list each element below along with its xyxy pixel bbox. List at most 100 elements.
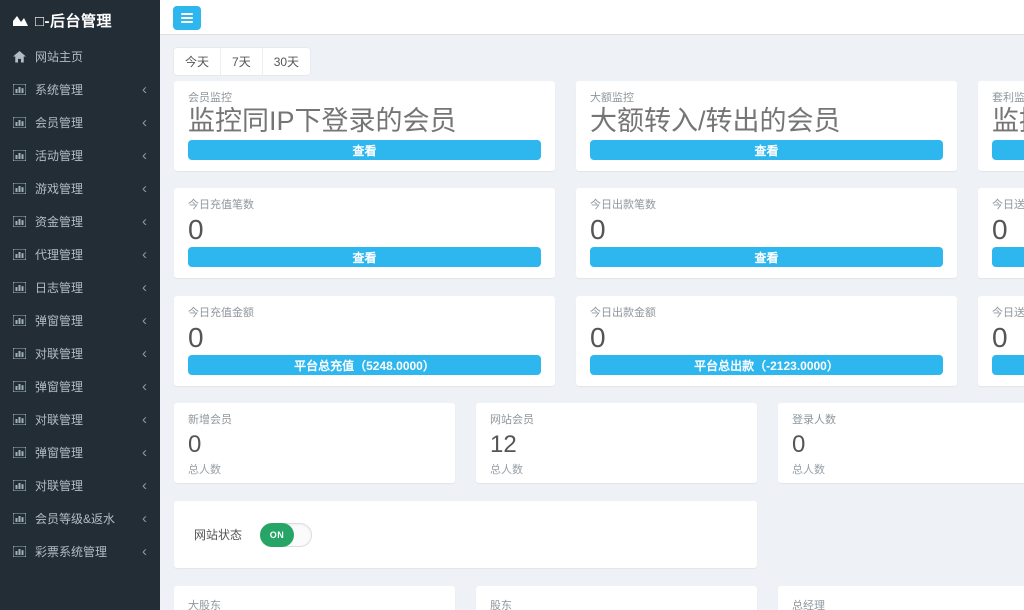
card-giveaway-amount: 今日送出 0 bbox=[978, 296, 1024, 386]
view-button[interactable] bbox=[992, 247, 1024, 267]
view-button[interactable]: 查看 bbox=[188, 247, 541, 267]
card-site-members: 网站会员 12 总人数 bbox=[476, 403, 757, 483]
view-button[interactable]: 查看 bbox=[188, 140, 541, 160]
app-title: □-后台管理 bbox=[35, 10, 112, 31]
bar-chart-icon bbox=[13, 216, 26, 227]
site-status-label: 网站状态 bbox=[194, 526, 242, 543]
role-cards-row: 大股东 股东 总经理 bbox=[174, 586, 1024, 610]
card-subtitle: 总人数 bbox=[490, 461, 743, 477]
card-title: 新增会员 bbox=[188, 414, 441, 427]
card-value: 0 bbox=[590, 215, 943, 246]
sidebar-item-label: 日志管理 bbox=[35, 279, 83, 296]
sidebar-item-home[interactable]: 网站主页 bbox=[0, 40, 160, 73]
card-title: 套利监控 bbox=[992, 92, 1024, 105]
card-description: 监控同IP下登录的会员 bbox=[188, 106, 541, 137]
admin-dashboard: □-后台管理 网站主页 系统管理 ‹ 会员管理 ‹ 活动管理 ‹ 游戏管理 ‹ bbox=[0, 0, 1024, 610]
card-title: 今日出款金额 bbox=[590, 307, 943, 320]
chevron-left-icon: ‹ bbox=[142, 115, 147, 130]
sidebar-item-game[interactable]: 游戏管理 ‹ bbox=[0, 172, 160, 205]
platform-total-withdraw-button[interactable]: 平台总出款（-2123.0000） bbox=[590, 355, 943, 375]
chevron-left-icon: ‹ bbox=[142, 280, 147, 295]
sidebar-item-member-level[interactable]: 会员等级&返水 ‹ bbox=[0, 502, 160, 535]
card-withdraw-count: 今日出款笔数 0 查看 bbox=[576, 188, 957, 278]
card-deposit-count: 今日充值笔数 0 查看 bbox=[174, 188, 555, 278]
card-description: 监控 bbox=[992, 106, 1024, 137]
card-title: 今日送出 bbox=[992, 199, 1024, 212]
sidebar-item-system[interactable]: 系统管理 ‹ bbox=[0, 73, 160, 106]
sidebar-item-label: 弹窗管理 bbox=[35, 312, 83, 329]
card-title: 总经理 bbox=[792, 600, 1024, 610]
card-title: 网站会员 bbox=[490, 414, 743, 427]
card-title: 大额监控 bbox=[590, 92, 943, 105]
card-description: 大额转入/转出的会员 bbox=[590, 106, 943, 137]
card-title: 登录人数 bbox=[792, 414, 1024, 427]
sidebar-item-log[interactable]: 日志管理 ‹ bbox=[0, 271, 160, 304]
chevron-left-icon: ‹ bbox=[142, 544, 147, 559]
platform-total-deposit-button[interactable]: 平台总充值（5248.0000） bbox=[188, 355, 541, 375]
card-value: 0 bbox=[992, 323, 1024, 354]
card-title: 今日充值金额 bbox=[188, 307, 541, 320]
chevron-left-icon: ‹ bbox=[142, 313, 147, 328]
view-button[interactable]: 查看 bbox=[590, 140, 943, 160]
chevron-left-icon: ‹ bbox=[142, 445, 147, 460]
sidebar-item-label: 资金管理 bbox=[35, 213, 83, 230]
card-value: 0 bbox=[792, 432, 1024, 458]
view-button[interactable]: 查看 bbox=[590, 247, 943, 267]
chevron-left-icon: ‹ bbox=[142, 511, 147, 526]
bar-chart-icon bbox=[13, 414, 26, 425]
bar-chart-icon bbox=[13, 348, 26, 359]
card-member-monitor: 会员监控 监控同IP下登录的会员 查看 bbox=[174, 81, 555, 171]
sidebar-item-member[interactable]: 会员管理 ‹ bbox=[0, 106, 160, 139]
card-subtitle: 总人数 bbox=[188, 461, 441, 477]
filter-30days-button[interactable]: 30天 bbox=[263, 48, 310, 75]
date-filter-group: 今天 7天 30天 bbox=[174, 48, 310, 75]
monitor-cards-row: 会员监控 监控同IP下登录的会员 查看 大额监控 大额转入/转出的会员 查看 套… bbox=[174, 81, 1024, 171]
sidebar-item-agent[interactable]: 代理管理 ‹ bbox=[0, 238, 160, 271]
amount-cards-row: 今日充值金额 0 平台总充值（5248.0000） 今日出款金额 0 平台总出款… bbox=[174, 296, 1024, 386]
card-title: 今日送出 bbox=[992, 307, 1024, 320]
sidebar-item-popup[interactable]: 弹窗管理 ‹ bbox=[0, 304, 160, 337]
filter-today-button[interactable]: 今天 bbox=[174, 48, 221, 75]
card-title: 今日出款笔数 bbox=[590, 199, 943, 212]
bar-chart-icon bbox=[13, 546, 26, 557]
sidebar-item-popup-3[interactable]: 弹窗管理 ‹ bbox=[0, 436, 160, 469]
bar-chart-icon bbox=[13, 117, 26, 128]
hamburger-icon bbox=[181, 13, 193, 23]
sidebar-item-label: 游戏管理 bbox=[35, 180, 83, 197]
view-button[interactable] bbox=[992, 140, 1024, 160]
sidebar-item-label: 弹窗管理 bbox=[35, 378, 83, 395]
card-value: 0 bbox=[590, 323, 943, 354]
card-value: 0 bbox=[188, 432, 441, 458]
sidebar-toggle-button[interactable] bbox=[173, 6, 201, 30]
filter-7days-button[interactable]: 7天 bbox=[221, 48, 263, 75]
bar-chart-icon bbox=[13, 480, 26, 491]
card-value: 0 bbox=[188, 215, 541, 246]
toggle-on-pill: ON bbox=[260, 523, 294, 547]
app-logo: □-后台管理 bbox=[0, 0, 160, 40]
stat-cards-row: 新增会员 0 总人数 网站会员 12 总人数 登录人数 0 总人数 bbox=[174, 403, 1024, 483]
chevron-left-icon: ‹ bbox=[142, 247, 147, 262]
sidebar-item-funds[interactable]: 资金管理 ‹ bbox=[0, 205, 160, 238]
sidebar-item-label: 彩票系统管理 bbox=[35, 543, 107, 560]
card-deposit-amount: 今日充值金额 0 平台总充值（5248.0000） bbox=[174, 296, 555, 386]
site-status-toggle[interactable]: ON bbox=[260, 523, 312, 547]
sidebar-item-lottery[interactable]: 彩票系统管理 ‹ bbox=[0, 535, 160, 568]
bar-chart-icon bbox=[13, 282, 26, 293]
sidebar-item-activity[interactable]: 活动管理 ‹ bbox=[0, 139, 160, 172]
chevron-left-icon: ‹ bbox=[142, 379, 147, 394]
count-cards-row: 今日充值笔数 0 查看 今日出款笔数 0 查看 今日送出 0 bbox=[174, 188, 1024, 278]
home-icon bbox=[13, 51, 26, 63]
sidebar-item-couplet-3[interactable]: 对联管理 ‹ bbox=[0, 469, 160, 502]
card-arbitrage-monitor: 套利监控 监控 bbox=[978, 81, 1024, 171]
card-new-members: 新增会员 0 总人数 bbox=[174, 403, 455, 483]
sidebar-item-popup-2[interactable]: 弹窗管理 ‹ bbox=[0, 370, 160, 403]
platform-total-button[interactable] bbox=[992, 355, 1024, 375]
sidebar-item-label: 对联管理 bbox=[35, 411, 83, 428]
card-title: 会员监控 bbox=[188, 92, 541, 105]
card-withdraw-amount: 今日出款金额 0 平台总出款（-2123.0000） bbox=[576, 296, 957, 386]
sidebar-item-label: 会员管理 bbox=[35, 114, 83, 131]
sidebar-item-couplet[interactable]: 对联管理 ‹ bbox=[0, 337, 160, 370]
card-value: 0 bbox=[188, 323, 541, 354]
sidebar-item-label: 会员等级&返水 bbox=[35, 510, 115, 527]
sidebar-item-couplet-2[interactable]: 对联管理 ‹ bbox=[0, 403, 160, 436]
